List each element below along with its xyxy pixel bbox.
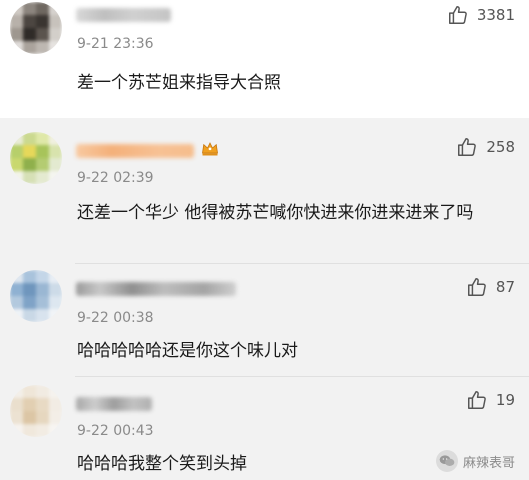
wechat-icon xyxy=(435,450,458,472)
thumbs-up-icon xyxy=(456,136,478,158)
like-count: 258 xyxy=(486,138,515,156)
avatar[interactable] xyxy=(10,270,62,322)
thumbs-up-icon xyxy=(447,4,469,26)
avatar[interactable] xyxy=(10,385,62,437)
like-count: 3381 xyxy=(476,6,515,24)
comment-item: 9-22 02:39 还差一个华少 他得被苏芒喊你快进来你进来进来了吗 258 xyxy=(0,118,529,263)
like-button[interactable]: 3381 xyxy=(447,4,515,26)
comment-text: 哈哈哈哈哈还是你这个味儿对 xyxy=(77,341,298,361)
like-count: 87 xyxy=(495,278,515,296)
like-button[interactable]: 87 xyxy=(466,276,515,298)
username-blurred[interactable] xyxy=(76,8,171,22)
username-blurred[interactable] xyxy=(76,144,194,158)
username-blurred[interactable] xyxy=(76,282,236,296)
crown-icon xyxy=(200,138,220,162)
like-button[interactable]: 19 xyxy=(466,389,515,411)
comment-time: 9-22 00:38 xyxy=(77,310,154,326)
watermark-text: 麻辣表哥 xyxy=(462,455,515,471)
watermark: 麻辣表哥 xyxy=(435,450,515,472)
like-count: 19 xyxy=(495,391,515,409)
avatar[interactable] xyxy=(10,132,62,184)
comment-text: 差一个苏芒姐来指导大合照 xyxy=(77,73,281,93)
comment-time: 9-22 02:39 xyxy=(77,170,154,186)
comment-time: 9-21 23:36 xyxy=(77,36,154,52)
avatar[interactable] xyxy=(10,2,62,54)
comment-time: 9-22 00:43 xyxy=(77,423,154,439)
username-blurred[interactable] xyxy=(76,397,152,411)
comment-text: 还差一个华少 他得被苏芒喊你快进来你进来进来了吗 xyxy=(77,203,474,223)
thumbs-up-icon xyxy=(466,276,488,298)
comment-item: 9-22 00:38 哈哈哈哈哈还是你这个味儿对 87 xyxy=(0,264,529,376)
comment-item: 9-21 23:36 差一个苏芒姐来指导大合照 3381 xyxy=(0,0,529,118)
like-button[interactable]: 258 xyxy=(456,136,515,158)
thumbs-up-icon xyxy=(466,389,488,411)
